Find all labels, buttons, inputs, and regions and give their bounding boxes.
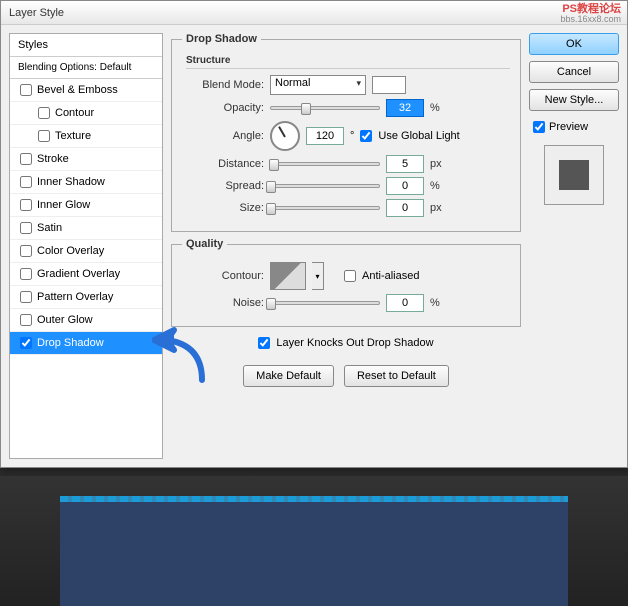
distance-slider[interactable] xyxy=(270,162,380,166)
opacity-label: Opacity: xyxy=(182,102,264,114)
styles-header[interactable]: Styles xyxy=(10,34,162,57)
reset-default-button[interactable]: Reset to Default xyxy=(344,365,449,387)
checkbox[interactable] xyxy=(20,337,32,349)
checkbox[interactable] xyxy=(20,84,32,96)
global-light-label: Use Global Light xyxy=(378,130,459,142)
blend-mode-label: Blend Mode: xyxy=(182,79,264,91)
preview-checkbox[interactable] xyxy=(533,121,545,133)
anti-aliased-label: Anti-aliased xyxy=(362,270,419,282)
noise-input[interactable] xyxy=(386,294,424,312)
layer-style-dialog: Layer Style PS教程论坛 bbs.16xx8.com Styles … xyxy=(0,0,628,468)
angle-dial[interactable] xyxy=(270,121,300,151)
noise-slider[interactable] xyxy=(270,301,380,305)
checkbox[interactable] xyxy=(20,245,32,257)
style-inner-shadow[interactable]: Inner Shadow xyxy=(10,171,162,194)
global-light-checkbox[interactable] xyxy=(360,130,372,142)
checkbox[interactable] xyxy=(20,291,32,303)
settings-panel: Drop Shadow Structure Blend Mode: Normal… xyxy=(171,33,521,459)
style-outer-glow[interactable]: Outer Glow xyxy=(10,309,162,332)
noise-label: Noise: xyxy=(182,297,264,309)
size-slider[interactable] xyxy=(270,206,380,210)
anti-aliased-checkbox[interactable] xyxy=(344,270,356,282)
watermark: PS教程论坛 bbs.16xx8.com xyxy=(560,4,621,24)
style-stroke[interactable]: Stroke xyxy=(10,148,162,171)
knockout-label: Layer Knocks Out Drop Shadow xyxy=(276,337,433,349)
blend-mode-select[interactable]: Normal xyxy=(270,75,366,95)
checkbox[interactable] xyxy=(20,176,32,188)
style-pattern-overlay[interactable]: Pattern Overlay xyxy=(10,286,162,309)
opacity-slider[interactable] xyxy=(270,106,380,110)
size-input[interactable] xyxy=(386,199,424,217)
style-inner-glow[interactable]: Inner Glow xyxy=(10,194,162,217)
window-title: Layer Style xyxy=(9,7,64,19)
drop-shadow-group: Drop Shadow Structure Blend Mode: Normal… xyxy=(171,33,521,232)
ok-button[interactable]: OK xyxy=(529,33,619,55)
style-texture[interactable]: Texture xyxy=(10,125,162,148)
checkbox[interactable] xyxy=(20,222,32,234)
checkbox[interactable] xyxy=(20,153,32,165)
make-default-button[interactable]: Make Default xyxy=(243,365,334,387)
contour-label: Contour: xyxy=(182,270,264,282)
cancel-button[interactable]: Cancel xyxy=(529,61,619,83)
spread-slider[interactable] xyxy=(270,184,380,188)
checkbox[interactable] xyxy=(38,130,50,142)
shadow-color[interactable] xyxy=(372,76,406,94)
style-contour[interactable]: Contour xyxy=(10,102,162,125)
spread-label: Spread: xyxy=(182,180,264,192)
contour-picker[interactable] xyxy=(270,262,306,290)
titlebar[interactable]: Layer Style PS教程论坛 bbs.16xx8.com xyxy=(1,1,627,25)
style-color-overlay[interactable]: Color Overlay xyxy=(10,240,162,263)
checkbox[interactable] xyxy=(20,199,32,211)
size-label: Size: xyxy=(182,202,264,214)
checkbox[interactable] xyxy=(38,107,50,119)
annotation-arrow-icon xyxy=(152,320,212,390)
quality-legend: Quality xyxy=(182,238,227,250)
angle-label: Angle: xyxy=(182,130,264,142)
dialog-buttons: OK Cancel New Style... Preview xyxy=(529,33,619,459)
new-style-button[interactable]: New Style... xyxy=(529,89,619,111)
style-gradient-overlay[interactable]: Gradient Overlay xyxy=(10,263,162,286)
background-band xyxy=(60,496,568,606)
preview-swatch xyxy=(544,145,604,205)
quality-group: Quality Contour: ▾ Anti-aliased Noise: % xyxy=(171,238,521,327)
preview-label: Preview xyxy=(549,121,588,133)
background-preview xyxy=(0,476,628,606)
checkbox[interactable] xyxy=(20,268,32,280)
blending-options[interactable]: Blending Options: Default xyxy=(10,57,162,79)
style-drop-shadow[interactable]: Drop Shadow xyxy=(10,332,162,355)
drop-shadow-legend: Drop Shadow xyxy=(182,33,261,45)
distance-input[interactable] xyxy=(386,155,424,173)
styles-list: Styles Blending Options: Default Bevel &… xyxy=(9,33,163,459)
knockout-checkbox[interactable] xyxy=(258,337,270,349)
contour-dropdown-icon[interactable]: ▾ xyxy=(312,262,324,290)
angle-input[interactable] xyxy=(306,127,344,145)
spread-input[interactable] xyxy=(386,177,424,195)
distance-label: Distance: xyxy=(182,158,264,170)
style-satin[interactable]: Satin xyxy=(10,217,162,240)
checkbox[interactable] xyxy=(20,314,32,326)
structure-header: Structure xyxy=(186,55,510,69)
style-bevel-emboss[interactable]: Bevel & Emboss xyxy=(10,79,162,102)
opacity-input[interactable] xyxy=(386,99,424,117)
